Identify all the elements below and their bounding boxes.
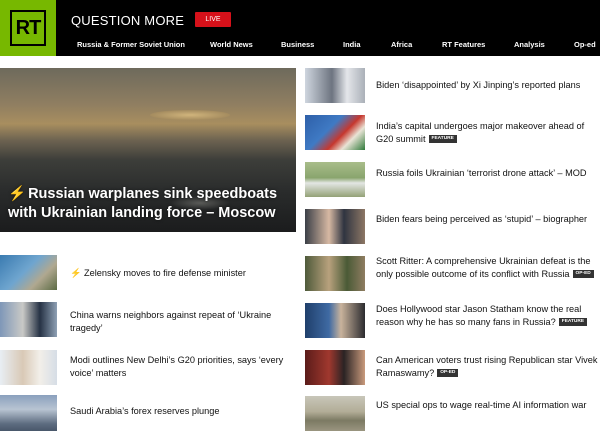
nav-item-op-ed[interactable]: Op-ed [574,40,596,49]
story-headline: Modi outlines New Delhi’s G20 priorities… [70,355,284,378]
story-headline: Does Hollywood star Jason Statham know t… [376,304,582,327]
nav-item-world-news[interactable]: World News [210,40,253,49]
story-thumbnail[interactable] [305,396,365,431]
list-item[interactable]: Modi outlines New Delhi’s G20 priorities… [70,354,292,379]
list-item[interactable]: US special ops to wage real-time AI info… [376,399,600,412]
story-headline: Biden ‘disappointed’ by Xi Jinping’s rep… [376,80,581,90]
story-headline: Zelensky moves to fire defense minister [84,268,246,278]
story-headline: China warns neighbors against repeat of … [70,310,272,333]
list-item[interactable]: Biden ‘disappointed’ by Xi Jinping’s rep… [376,79,600,92]
nav-item-business[interactable]: Business [281,40,314,49]
story-thumbnail[interactable] [305,209,365,244]
list-item[interactable]: ⚡ Zelensky moves to fire defense ministe… [70,267,290,280]
story-headline: Saudi Arabia’s forex reserves plunge [70,406,220,416]
site-tagline: QUESTION MORE [71,13,185,28]
list-item[interactable]: Scott Ritter: A comprehensive Ukrainian … [376,255,600,280]
list-item[interactable]: Does Hollywood star Jason Statham know t… [376,303,600,328]
story-thumbnail[interactable] [305,68,365,103]
story-thumbnail[interactable] [0,395,57,431]
list-item[interactable]: Russia foils Ukrainian ‘terrorist drone … [376,167,600,180]
nav-item-russia[interactable]: Russia & Former Soviet Union [77,40,185,49]
hero-headline[interactable]: ⚡ Russian warplanes sink speedboats with … [8,185,293,223]
nav-item-analysis[interactable]: Analysis [514,40,545,49]
feature-badge: FEATURE [428,135,457,144]
story-thumbnail[interactable] [305,303,365,338]
list-item[interactable]: China warns neighbors against repeat of … [70,309,292,334]
story-headline: US special ops to wage real-time AI info… [376,400,587,410]
main-nav: Russia & Former Soviet Union World News … [0,40,600,52]
live-button[interactable]: LIVE [195,12,231,27]
list-item[interactable]: India’s capital undergoes major makeover… [376,120,600,145]
story-thumbnail[interactable] [0,350,57,385]
hero-story[interactable]: ⚡ Russian warplanes sink speedboats with … [0,68,296,232]
story-headline: India’s capital undergoes major makeover… [376,121,585,144]
list-item[interactable]: Can American voters trust rising Republi… [376,354,600,379]
story-thumbnail[interactable] [305,162,365,197]
lightning-bolt-icon: ⚡ [70,268,82,278]
feature-badge: FEATURE [558,318,588,327]
story-thumbnail[interactable] [305,115,365,150]
hero-headline-text: Russian warplanes sink speedboats with U… [8,186,278,221]
nav-item-africa[interactable]: Africa [391,40,412,49]
op-ed-badge: OP-ED [572,270,594,279]
story-thumbnail[interactable] [305,256,365,291]
story-headline: Biden fears being perceived as ‘stupid’ … [376,214,588,224]
list-item[interactable]: Biden fears being perceived as ‘stupid’ … [376,213,600,226]
story-headline: Scott Ritter: A comprehensive Ukrainian … [376,256,591,279]
story-headline: Can American voters trust rising Republi… [376,355,598,378]
site-header: RT QUESTION MORE LIVE Russia & Former So… [0,0,600,56]
nav-item-india[interactable]: India [343,40,361,49]
story-headline: Russia foils Ukrainian ‘terrorist drone … [376,168,587,178]
story-thumbnail[interactable] [305,350,365,385]
list-item[interactable]: Saudi Arabia’s forex reserves plunge [70,405,292,418]
story-thumbnail[interactable] [0,255,57,290]
lightning-bolt-icon: ⚡ [8,186,27,202]
story-thumbnail[interactable] [0,302,57,337]
nav-item-rt-features[interactable]: RT Features [442,40,485,49]
op-ed-badge: OP-ED [437,369,459,378]
hero-image-sunset [150,110,230,120]
